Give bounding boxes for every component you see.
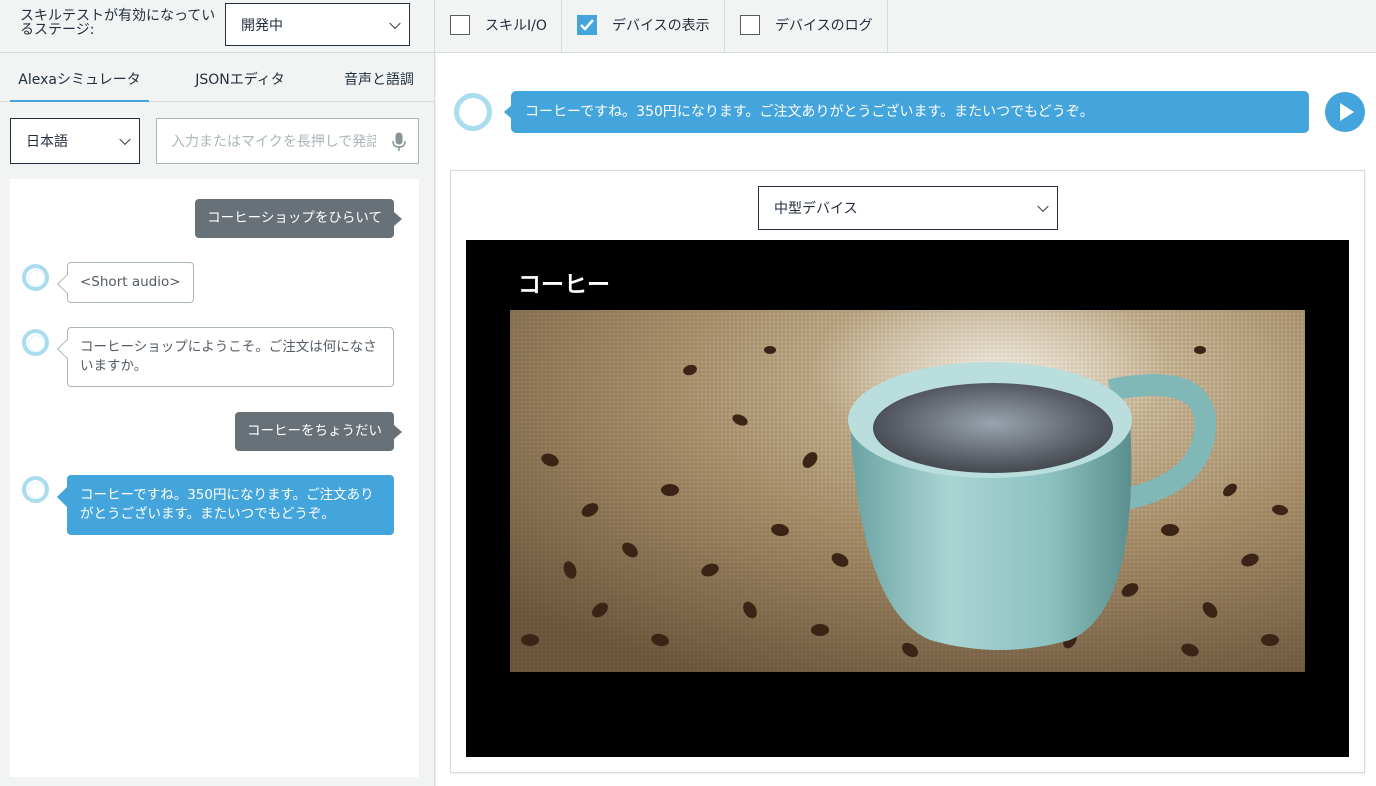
skill-io-checkbox[interactable] xyxy=(450,15,470,35)
alexa-response-bubble-selected[interactable]: コーヒーですね。350円になります。ご注文ありがとうございます。またいつでもどう… xyxy=(67,475,394,535)
device-display-panel: 中型デバイス コーヒー xyxy=(450,170,1365,773)
utterance-input[interactable] xyxy=(171,131,376,153)
coffee-cup-image xyxy=(510,310,1305,672)
divider xyxy=(434,0,435,52)
tab-voice-and-tone[interactable]: 音声と語調 xyxy=(335,53,423,102)
stage-select[interactable]: 開発中 xyxy=(225,3,410,46)
tab-alexa-simulator[interactable]: Alexaシミュレータ xyxy=(10,53,149,102)
device-size-select[interactable]: 中型デバイス xyxy=(758,186,1058,230)
chevron-down-icon xyxy=(119,133,131,146)
divider xyxy=(724,0,725,52)
top-toolbar: スキルテストが有効になっているステージ: 開発中 スキルI/O デバイスの表示 … xyxy=(0,0,1376,53)
chevron-down-icon xyxy=(389,17,401,29)
play-icon[interactable] xyxy=(1325,92,1365,132)
alexa-ring-icon xyxy=(454,93,492,131)
divider xyxy=(561,0,562,52)
microphone-icon[interactable] xyxy=(392,132,406,156)
screen-title: コーヒー xyxy=(518,272,610,298)
stage-label: スキルテストが有効になっているステージ: xyxy=(20,8,216,38)
chevron-down-icon xyxy=(1037,200,1049,213)
device-display-label: デバイスの表示 xyxy=(612,18,710,34)
device-log-option[interactable]: デバイスのログ xyxy=(740,0,873,50)
alexa-response-bubble: コーヒーショップにようこそ。ご注文は何になさいますか。 xyxy=(67,327,394,387)
user-utterance-bubble: コーヒーをちょうだい xyxy=(235,412,394,451)
simulator-tabs: Alexaシミュレータ JSONエディタ 音声と語調 xyxy=(0,53,434,102)
device-size-value: 中型デバイス xyxy=(774,201,858,217)
device-output-panel: コーヒーですね。350円になります。ご注文ありがとうございます。またいつでもどう… xyxy=(436,53,1376,786)
conversation-log: コーヒーショップをひらいて <Short audio> コーヒーショップにようこ… xyxy=(10,179,419,777)
alexa-ring-icon xyxy=(22,264,49,291)
device-log-label: デバイスのログ xyxy=(775,18,873,34)
alexa-ring-icon xyxy=(22,476,49,503)
utterance-input-box xyxy=(156,118,419,164)
tab-json-editor[interactable]: JSONエディタ xyxy=(185,53,295,102)
divider xyxy=(887,0,888,52)
user-utterance-bubble: コーヒーショップをひらいて xyxy=(195,199,394,238)
language-select[interactable]: 日本語 xyxy=(10,118,140,164)
stage-select-value: 開発中 xyxy=(241,17,283,34)
device-display-option[interactable]: デバイスの表示 xyxy=(577,0,710,50)
skill-io-label: スキルI/O xyxy=(485,18,547,34)
device-log-checkbox[interactable] xyxy=(740,15,760,35)
alexa-response-bubble: <Short audio> xyxy=(67,262,194,303)
skill-io-option[interactable]: スキルI/O xyxy=(450,0,547,50)
simulator-panel: Alexaシミュレータ JSONエディタ 音声と語調 日本語 コーヒーショップを… xyxy=(0,53,435,786)
language-select-value: 日本語 xyxy=(26,134,68,150)
alexa-ring-icon xyxy=(22,329,49,356)
device-display-checkbox[interactable] xyxy=(577,15,597,35)
checkmark-icon xyxy=(580,19,594,31)
device-screen: コーヒー xyxy=(466,240,1349,757)
alexa-speech-output: コーヒーですね。350円になります。ご注文ありがとうございます。またいつでもどう… xyxy=(504,91,1309,133)
